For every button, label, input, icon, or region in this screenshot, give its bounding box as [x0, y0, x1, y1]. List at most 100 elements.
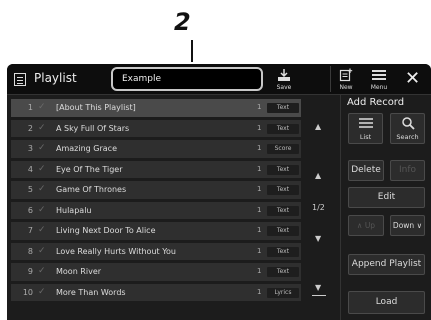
check-icon[interactable]: ✓ [38, 284, 46, 302]
record-count: 1 [257, 164, 262, 173]
record-type-badge: Text [267, 185, 299, 195]
save-button[interactable]: Save [269, 66, 299, 92]
record-index: 6 [27, 205, 33, 215]
move-up-button[interactable]: ∧ Up [348, 215, 384, 236]
record-index: 3 [27, 144, 33, 153]
record-row[interactable]: 3 ✓ Amazing Grace 1 Score [11, 140, 301, 158]
delete-button[interactable]: Delete [348, 160, 384, 181]
check-icon[interactable]: ✓ [38, 161, 46, 179]
record-index: 4 [27, 164, 33, 174]
record-index: 2 [27, 123, 33, 133]
add-from-list-button[interactable]: List [348, 113, 383, 144]
record-count: 1 [257, 226, 262, 234]
record-type-badge: Text [267, 267, 299, 277]
scroll-up-top-icon[interactable]: ▲ [315, 122, 321, 131]
new-button[interactable]: New [334, 66, 358, 92]
move-up-label: Up [364, 221, 376, 230]
playlist-icon [14, 73, 26, 86]
record-index: 7 [27, 226, 33, 235]
record-index: 5 [27, 185, 33, 194]
record-title: A Sky Full Of Stars [56, 123, 130, 133]
record-type-badge: Text [267, 205, 299, 216]
record-type-badge: Text [267, 226, 299, 236]
record-count: 1 [257, 103, 262, 111]
record-count: 1 [257, 246, 262, 255]
record-index: 8 [27, 246, 33, 256]
search-label: Search [396, 133, 419, 141]
record-row[interactable]: 6 ✓ Hulapalu 1 Text [11, 201, 301, 220]
check-icon[interactable]: ✓ [38, 120, 46, 138]
edit-button[interactable]: Edit [348, 187, 425, 208]
record-row[interactable]: 4 ✓ Eye Of The Tiger 1 Text [11, 160, 301, 179]
append-playlist-button[interactable]: Append Playlist [348, 254, 425, 275]
list-label: List [359, 133, 372, 141]
record-type-badge: Text [267, 123, 299, 134]
load-button[interactable]: Load [348, 291, 425, 314]
record-title: Game Of Thrones [56, 185, 127, 194]
record-title: Hulapalu [56, 205, 92, 215]
record-row[interactable]: 10 ✓ More Than Words 1 Lyrics [11, 283, 301, 302]
check-icon[interactable]: ✓ [38, 222, 46, 240]
menu-label: Menu [370, 84, 388, 91]
record-row[interactable]: 5 ✓ Game Of Thrones 1 Text [11, 181, 301, 199]
playlist-screen: Playlist Example Save New Menu ✕ 1 ✓ [Ab… [7, 64, 431, 320]
scroll-bottom-bar [312, 295, 326, 296]
record-title: Living Next Door To Alice [56, 226, 156, 235]
record-count: 1 [257, 287, 262, 296]
check-icon[interactable]: ✓ [38, 243, 46, 261]
record-index: 10 [22, 287, 33, 297]
add-record-title: Add Record [347, 97, 405, 108]
record-row[interactable]: 1 ✓ [About This Playlist] 1 Text [11, 99, 301, 117]
move-down-label: Down [392, 221, 415, 230]
check-icon[interactable]: ✓ [38, 140, 46, 158]
playlist-name-field[interactable]: Example [111, 67, 263, 91]
chevron-up-icon: ∧ [356, 221, 363, 230]
record-title: [About This Playlist] [56, 103, 136, 112]
callout-number: 2 [174, 8, 191, 36]
list-icon [358, 118, 373, 128]
save-icon [278, 69, 290, 81]
scroll-up-icon[interactable]: ▲ [315, 171, 321, 180]
check-icon[interactable]: ✓ [38, 263, 46, 281]
close-icon[interactable]: ✕ [405, 66, 420, 92]
callout-line [191, 40, 193, 62]
scroll-down-icon[interactable]: ▼ [315, 234, 321, 243]
record-count: 1 [257, 123, 262, 132]
add-by-search-button[interactable]: Search [390, 113, 425, 144]
record-index: 1 [27, 103, 33, 112]
new-label: New [339, 84, 353, 91]
record-index: 9 [27, 267, 33, 276]
record-count: 1 [257, 205, 262, 214]
record-type-badge: Text [267, 103, 299, 113]
save-label: Save [276, 84, 292, 91]
move-down-button[interactable]: Down ∨ [390, 215, 425, 236]
record-type-badge: Text [267, 164, 299, 175]
record-type-badge: Lyrics [267, 287, 299, 298]
info-button[interactable]: Info [390, 160, 425, 181]
record-row[interactable]: 8 ✓ Love Really Hurts Without You 1 Text [11, 242, 301, 261]
check-icon[interactable]: ✓ [38, 99, 46, 117]
record-row[interactable]: 9 ✓ Moon River 1 Text [11, 263, 301, 281]
record-row[interactable]: 7 ✓ Living Next Door To Alice 1 Text [11, 222, 301, 240]
search-icon [401, 117, 415, 130]
new-icon [339, 68, 353, 82]
record-list: 1 ✓ [About This Playlist] 1 Text 2 ✓ A Sky Full… [11, 99, 301, 304]
record-title: More Than Words [56, 287, 126, 297]
record-title: Eye Of The Tiger [56, 164, 123, 174]
record-title: Love Really Hurts Without You [56, 246, 176, 256]
record-count: 1 [257, 144, 262, 152]
panel-divider [340, 95, 341, 320]
check-icon[interactable]: ✓ [38, 181, 46, 199]
chevron-down-icon: ∨ [416, 221, 423, 230]
toolbar-separator [330, 66, 331, 92]
record-title: Moon River [56, 267, 102, 276]
check-icon[interactable]: ✓ [38, 202, 46, 220]
page-title: Playlist [34, 71, 77, 85]
top-bar: Playlist Example Save New Menu ✕ [7, 64, 431, 95]
record-row[interactable]: 2 ✓ A Sky Full Of Stars 1 Text [11, 119, 301, 138]
menu-button[interactable]: Menu [365, 66, 393, 92]
scroll-down-bottom-icon[interactable]: ▼ [315, 283, 321, 292]
record-type-badge: Text [267, 246, 299, 257]
page-indicator: 1/2 [312, 203, 325, 212]
record-count: 1 [257, 185, 262, 193]
